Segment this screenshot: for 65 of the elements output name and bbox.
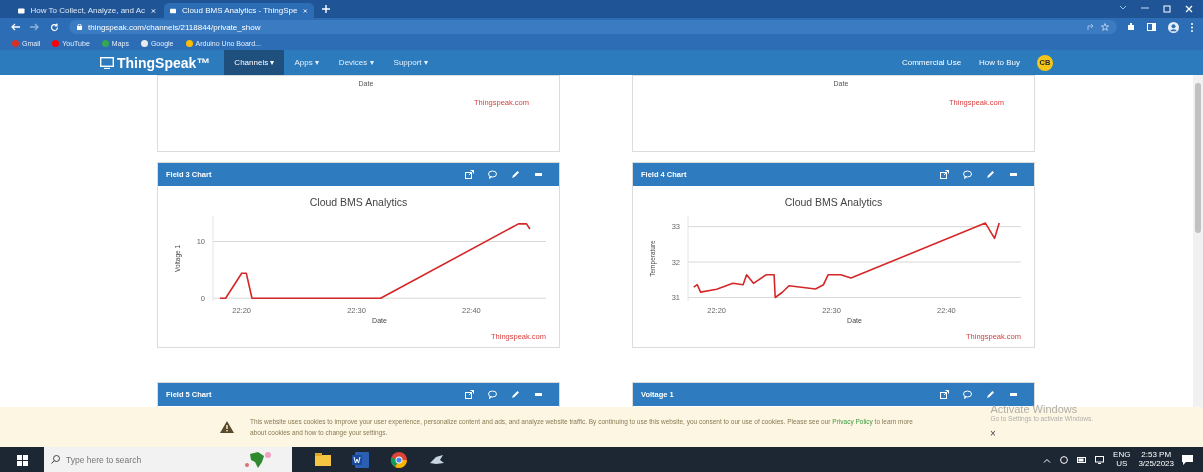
close-icon	[1185, 5, 1193, 13]
search-icon	[51, 455, 60, 464]
star-icon	[1101, 23, 1109, 31]
notification-icon[interactable]	[1182, 455, 1193, 465]
address-bar[interactable]: thingspeak.com/channels/2118844/private_show	[69, 20, 1117, 34]
external-link-icon[interactable]	[940, 390, 949, 399]
sidebar-icon	[1147, 23, 1156, 31]
pencil-icon[interactable]	[511, 390, 520, 399]
logo-text[interactable]: ThingSpeak™	[117, 54, 211, 71]
minimize-icon	[1141, 5, 1149, 11]
share-icon	[1087, 23, 1095, 31]
battery-icon[interactable]	[1077, 456, 1088, 464]
puzzle-icon	[1127, 23, 1135, 31]
comment-icon[interactable]	[963, 170, 972, 179]
pencil-icon[interactable]	[511, 170, 520, 179]
forward-icon	[30, 23, 40, 31]
monitor-icon	[100, 56, 114, 69]
folder-icon[interactable]	[314, 451, 332, 469]
lock-icon	[77, 24, 82, 30]
nav-menu[interactable]: Apps ▾	[284, 50, 329, 75]
page-icon	[170, 7, 176, 14]
search-field[interactable]: Type here to search	[44, 447, 292, 472]
minus-icon[interactable]	[1009, 390, 1018, 399]
plus-icon	[322, 5, 330, 13]
search-highlight-icon	[244, 450, 274, 470]
nav-menu[interactable]: Support ▾	[383, 50, 438, 75]
word-icon[interactable]	[352, 451, 370, 469]
restore-icon	[1163, 5, 1171, 13]
nav-link[interactable]: Commercial Use	[892, 50, 971, 75]
clock[interactable]: 2:53 PM 3/25/2023	[1138, 451, 1174, 469]
language-indicator[interactable]: ENG US	[1113, 451, 1131, 469]
reload-icon	[50, 22, 59, 32]
chart-title: Cloud BMS Analytics	[309, 196, 408, 208]
profile-icon	[1168, 21, 1179, 33]
chart-title: Cloud BMS Analytics	[784, 196, 883, 208]
nav-menu[interactable]: Devices ▾	[328, 50, 384, 75]
pencil-icon[interactable]	[986, 170, 995, 179]
external-link-icon[interactable]	[465, 390, 474, 399]
url-text: thingspeak.com/channels/2118844/private_show	[88, 22, 261, 32]
scrollbar-thumb[interactable]	[1195, 83, 1201, 233]
windows-icon[interactable]	[16, 454, 28, 466]
browser-tab[interactable]: How To Collect, Analyze, and Ac	[12, 3, 162, 18]
nav-link[interactable]: How to Buy	[970, 50, 1029, 75]
chevron-down-icon	[1119, 5, 1127, 11]
page-icon	[18, 7, 25, 14]
back-icon	[10, 23, 20, 31]
network-icon[interactable]	[1095, 456, 1106, 464]
external-link-icon[interactable]	[940, 170, 949, 179]
comment-icon[interactable]	[963, 390, 972, 399]
minus-icon[interactable]	[534, 170, 543, 179]
minus-icon[interactable]	[534, 390, 543, 399]
external-link-icon[interactable]	[465, 170, 474, 179]
close-button[interactable]: ×	[990, 427, 996, 439]
close-icon	[303, 7, 308, 14]
chevron-up-icon[interactable]	[1043, 457, 1052, 463]
browser-tab[interactable]: Cloud BMS Analytics - ThingSpe	[164, 3, 314, 18]
comment-icon[interactable]	[488, 390, 497, 399]
pencil-icon[interactable]	[986, 390, 995, 399]
browser-icon[interactable]	[390, 451, 408, 469]
close-icon	[151, 7, 156, 14]
minus-icon[interactable]	[1009, 170, 1018, 179]
nav-menu[interactable]: Channels ▾	[224, 50, 285, 75]
comment-icon[interactable]	[488, 170, 497, 179]
warning-icon	[220, 421, 234, 433]
activation-title: Activate Windows	[990, 403, 1079, 415]
